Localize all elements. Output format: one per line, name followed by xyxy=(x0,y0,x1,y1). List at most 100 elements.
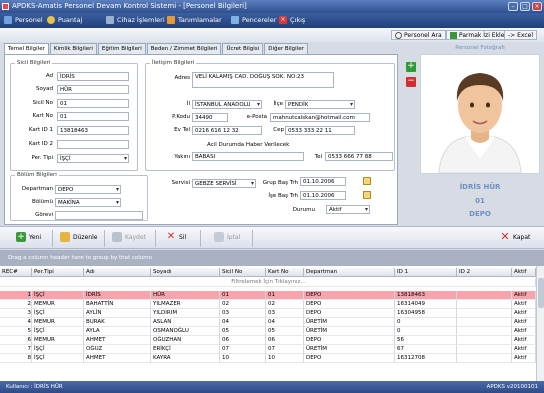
servis-select[interactable]: GEBZE SERVİSİ xyxy=(192,179,256,188)
table-cell: 0 xyxy=(395,327,457,336)
calendar-icon[interactable] xyxy=(363,191,371,199)
add-icon: + xyxy=(16,232,26,242)
table-row[interactable]: 4 MEMUR BURAK ASLAN 04 04 ÜRETİM 0 Aktif xyxy=(0,318,536,327)
tab-kimlik[interactable]: Kimlik Bilgileri xyxy=(49,43,97,54)
yakini-label: Yakını xyxy=(174,154,190,160)
col-header[interactable]: Adı xyxy=(84,268,151,277)
table-cell: Aktif xyxy=(512,345,536,354)
table-row[interactable]: 1 İŞÇİ İDRİS HÜR 01 01 DEPO 13818463 Aktif xyxy=(0,291,536,300)
cep-field[interactable]: 0533 333 22 11 xyxy=(285,126,355,135)
table-cell xyxy=(457,327,512,336)
grup-bas-field[interactable]: 01.10.2006 xyxy=(300,177,346,186)
window-title: APDKS-Amatis Personel Devam Kontrol Sist… xyxy=(12,2,247,10)
table-cell: 0 xyxy=(395,318,457,327)
maximize-button[interactable]: □ xyxy=(520,2,530,11)
duzenle-button[interactable]: Düzenle xyxy=(60,232,97,242)
table-cell: OĞUZHAN xyxy=(151,336,220,345)
table-cell: 56 xyxy=(395,336,457,345)
yakini-field[interactable]: BABASI xyxy=(192,152,304,161)
col-header[interactable]: Kart No xyxy=(266,268,304,277)
menu-tanimlamalar[interactable]: Tanımlamalar xyxy=(167,16,222,24)
table-row[interactable]: 6 MEMUR AHMET OĞUZHAN 06 06 DEPO 56 Aktif xyxy=(0,336,536,345)
pkodu-field[interactable]: 34490 xyxy=(192,113,228,122)
photo-title: Personel Fotoğrafı xyxy=(455,45,505,51)
table-row[interactable]: 3 İŞÇİ AYLİN YILDIRIM 03 03 DEPO 16304958 Aktif xyxy=(0,309,536,318)
departman-select[interactable]: DEPO xyxy=(55,185,121,194)
tab-ucret[interactable]: Ücret Bilgisi xyxy=(222,43,264,54)
gorevi-field[interactable] xyxy=(55,211,143,220)
ad-field[interactable]: İDRİS xyxy=(57,72,129,81)
table-cell: 10 xyxy=(266,354,304,363)
table-row[interactable]: 2 MEMUR BAHATTİN YILMAZER 02 02 DEPO 16314049 Ak… xyxy=(0,300,536,309)
kapat-button[interactable]: ✕ Kapat xyxy=(500,231,530,242)
pkodu-label: P.Kodu xyxy=(172,114,190,120)
exit-icon: × xyxy=(279,16,287,24)
table-cell: 05 xyxy=(220,327,266,336)
sicil-no-field[interactable]: 01 xyxy=(57,99,129,108)
kart-id2-field[interactable] xyxy=(57,140,129,149)
kart-id1-field[interactable]: 13818463 xyxy=(57,126,129,135)
ilce-select[interactable]: PENDİK xyxy=(285,100,355,109)
table-row[interactable]: 7 İŞÇİ OĞUZ ERİKÇİ 07 07 ÜRETİM 67 Aktif xyxy=(0,345,536,354)
table-cell: 06 xyxy=(266,336,304,345)
col-header[interactable]: ID 2 xyxy=(457,268,512,277)
calendar-icon[interactable] xyxy=(363,177,371,185)
group-by-area[interactable]: Drag a column header here to group by th… xyxy=(0,250,544,266)
per-tipi-select[interactable]: İŞÇİ xyxy=(57,154,129,163)
col-header[interactable]: Soyadı xyxy=(151,268,220,277)
sil-button[interactable]: ✕ Sil xyxy=(166,232,186,242)
col-header[interactable]: REC# xyxy=(0,268,32,277)
acil-label: Acil Durumda Haber Verilecek xyxy=(207,142,290,148)
col-header[interactable]: ID 1 xyxy=(395,268,457,277)
col-header[interactable]: Aktif xyxy=(512,268,536,277)
menu-puantaj[interactable]: Puantaj xyxy=(47,16,82,24)
pencil-icon xyxy=(60,232,70,242)
ilce-label: İlçe xyxy=(273,101,283,107)
table-cell: DEPO xyxy=(304,300,395,309)
table-cell: 1 xyxy=(0,291,32,300)
filter-row[interactable]: Filtrelemek İçin Tıklayınız... xyxy=(0,278,536,287)
durumu-select[interactable]: Aktif xyxy=(326,205,370,214)
menu-cihaz[interactable]: Cihaz İşlemleri xyxy=(106,16,165,24)
menu-personel[interactable]: Personel xyxy=(4,16,43,24)
parmak-izi-button[interactable]: Parmak İzi Ekle xyxy=(446,30,509,40)
scrollbar-thumb[interactable] xyxy=(538,278,544,308)
evtel-field[interactable]: 0216 616 12 32 xyxy=(192,126,262,135)
remove-photo-button[interactable]: − xyxy=(406,77,416,87)
minimize-button[interactable]: – xyxy=(508,2,518,11)
tab-diger[interactable]: Diğer Bilgiler xyxy=(264,43,308,54)
eposta-field[interactable]: mahnutcalskan@hotmail.com xyxy=(270,113,370,122)
table-cell: İDRİS xyxy=(84,291,151,300)
yeni-button[interactable]: + Yeni xyxy=(16,232,41,242)
soyad-field[interactable]: HÜR xyxy=(57,85,129,94)
filter-hint[interactable]: Filtrelemek İçin Tıklayınız... xyxy=(0,278,536,287)
col-header[interactable]: Departman xyxy=(304,268,395,277)
il-select[interactable]: İSTANBUL ANADOLU xyxy=(192,100,262,109)
kaydet-button[interactable]: Kaydet xyxy=(112,232,146,242)
table-cell: İŞÇİ xyxy=(32,291,84,300)
menu-cikis[interactable]: × Çıkış xyxy=(279,16,305,24)
iptal-button[interactable]: İptal xyxy=(214,232,240,242)
excel-button[interactable]: -> Excel xyxy=(504,30,537,40)
table-cell: AHMET xyxy=(84,354,151,363)
table-row[interactable]: 8 İŞÇİ AHMET KAYRA 10 10 DEPO 16312708 Aktif xyxy=(0,354,536,363)
tab-beden[interactable]: Beden / Zimmet Bilgileri xyxy=(146,43,222,54)
kart-no-field[interactable]: 01 xyxy=(57,112,129,121)
table-cell: 8 xyxy=(0,354,32,363)
add-photo-button[interactable]: + xyxy=(406,62,416,72)
tab-egitim[interactable]: Eğitim Bilgileri xyxy=(97,43,146,54)
table-row[interactable]: 5 İŞÇİ AYLA OSMANOĞLU 05 05 ÜRETİM 0 Aktif xyxy=(0,327,536,336)
col-header[interactable]: Sicil No xyxy=(220,268,266,277)
close-button[interactable]: × xyxy=(532,2,542,11)
tel-label: Tel xyxy=(314,154,322,160)
menu-pencereler[interactable]: Pencereler xyxy=(231,16,276,24)
personel-ara-button[interactable]: Personel Ara xyxy=(391,30,446,40)
adres-field[interactable]: VELİ KALAMIŞ CAD. DOĞUŞ SOK. NO:23 xyxy=(192,72,334,88)
col-header[interactable]: Per.Tipi xyxy=(32,268,84,277)
ise-bas-field[interactable]: 01.10.2006 xyxy=(300,191,346,200)
table-cell: BURAK xyxy=(84,318,151,327)
bolumu-select[interactable]: MAKİNA xyxy=(55,198,121,207)
table-cell: MEMUR xyxy=(32,336,84,345)
tel-field[interactable]: 0533 666 77 88 xyxy=(325,152,393,161)
grid-scrollbar[interactable] xyxy=(536,266,544,381)
